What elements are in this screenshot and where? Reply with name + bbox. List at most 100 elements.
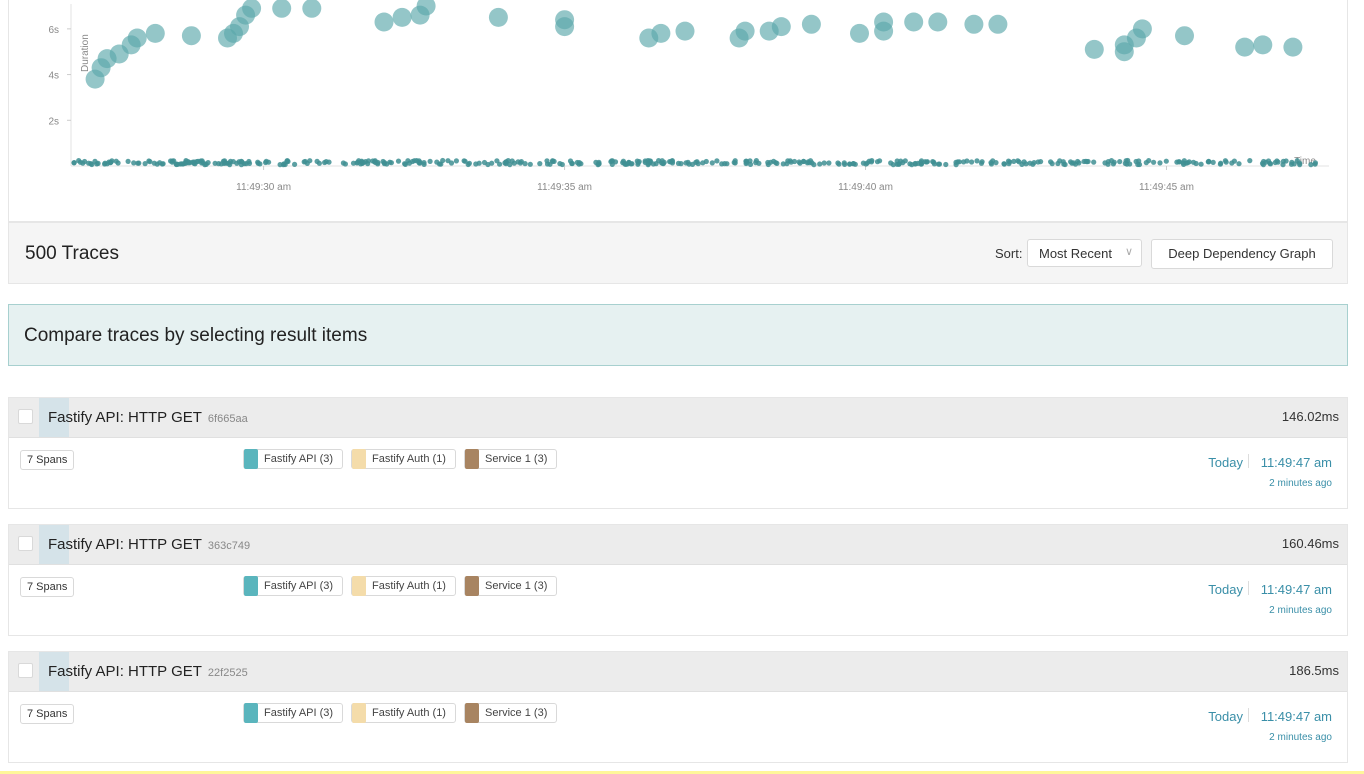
service-tag-fastify-api: Fastify API (3) — [243, 449, 343, 469]
trace-point — [555, 10, 575, 30]
service-tag-label: Fastify API (3) — [264, 580, 334, 592]
trace-point-small — [1016, 159, 1022, 165]
trace-point-small — [836, 161, 842, 167]
trace-point-small — [709, 160, 715, 166]
trace-point-small — [576, 160, 583, 166]
trace-point-small — [765, 159, 771, 166]
y-tick-label: 4s — [48, 71, 59, 82]
trace-point-small — [527, 161, 533, 167]
deep-dependency-graph-button[interactable]: Deep Dependency Graph — [1151, 239, 1333, 269]
service-tag-fastify-api: Fastify API (3) — [243, 703, 343, 723]
sort-select[interactable]: Most Recent ∨ — [1027, 239, 1142, 267]
trace-point-small — [609, 161, 615, 167]
trace-point-small — [1035, 159, 1041, 165]
trace-point-small — [1280, 162, 1286, 168]
trace-point-small — [647, 158, 653, 164]
trace-start-time: 11:49:47 am — [1260, 582, 1332, 597]
search-results-page: 2s 4s 6s 11:49:30 am 11:49:35 am 11:49:40 am 1… — [0, 0, 1364, 774]
trace-point-small — [157, 160, 163, 166]
trace-result-item[interactable]: Fastify API: HTTP GET 363c749 160.46ms 7 … — [8, 524, 1348, 636]
trace-point — [127, 28, 147, 48]
trace-point-small — [380, 158, 386, 165]
trace-point-small — [497, 161, 503, 167]
service-color-swatch — [465, 449, 479, 469]
trace-point-small — [212, 160, 218, 166]
service-tag-fastify-auth: Fastify Auth (1) — [351, 576, 456, 596]
service-tag-label: Service 1 (3) — [485, 707, 548, 719]
service-tag-label: Fastify API (3) — [264, 453, 334, 465]
trace-title[interactable]: Fastify API: HTTP GET 22f2525 — [48, 663, 248, 680]
trace-point-small — [961, 159, 967, 165]
trace-point-small — [732, 158, 738, 164]
trace-point-small — [714, 158, 720, 164]
trace-point-small — [1122, 160, 1128, 166]
service-color-swatch — [352, 576, 366, 596]
trace-point-small — [744, 159, 750, 165]
trace-point-small — [1111, 159, 1117, 165]
y-tick-label: 6s — [48, 25, 59, 36]
trace-result-item[interactable]: Fastify API: HTTP GET 6f665aa 146.02ms 7 … — [8, 397, 1348, 509]
trace-date: Today — [1208, 709, 1243, 724]
service-tag-label: Fastify API (3) — [264, 707, 334, 719]
service-color-swatch — [465, 703, 479, 723]
trace-relative-time: 2 minutes ago — [1269, 478, 1332, 489]
trace-point-small — [238, 158, 244, 164]
trace-point-small — [255, 159, 261, 165]
trace-point-small — [800, 158, 807, 164]
service-color-swatch — [244, 449, 258, 469]
trace-header[interactable]: Fastify API: HTTP GET 22f2525 186.5ms — [9, 652, 1347, 692]
trace-point — [874, 12, 894, 32]
trace-id: 6f665aa — [207, 413, 248, 425]
trace-title[interactable]: Fastify API: HTTP GET 363c749 — [48, 536, 250, 553]
trace-point-small — [805, 159, 811, 165]
trace-point-small — [1222, 158, 1228, 164]
trace-select-checkbox[interactable] — [18, 536, 33, 551]
trace-point-small — [302, 158, 308, 165]
trace-point-small — [360, 159, 367, 166]
trace-point-small — [922, 159, 928, 165]
trace-select-checkbox[interactable] — [18, 409, 33, 424]
trace-title[interactable]: Fastify API: HTTP GET 6f665aa — [48, 409, 248, 426]
trace-point-small — [1055, 160, 1061, 167]
divider — [1248, 708, 1249, 722]
trace-point-small — [292, 161, 298, 167]
trace-point-small — [653, 161, 659, 167]
trace-duration: 146.02ms — [1281, 409, 1339, 424]
chevron-down-icon: ∨ — [1124, 246, 1133, 258]
y-axis-label: Duration — [80, 34, 91, 72]
trace-point-small — [1091, 159, 1097, 165]
trace-point — [1235, 37, 1255, 57]
trace-point — [374, 12, 394, 32]
trace-point-small — [1274, 158, 1280, 164]
trace-select-checkbox[interactable] — [18, 663, 33, 678]
trace-point-small — [811, 162, 817, 168]
trace-point-small — [517, 160, 523, 166]
trace-point-small — [1312, 160, 1318, 166]
trace-point — [1132, 19, 1152, 39]
trace-point — [145, 23, 165, 43]
trace-point-small — [1210, 159, 1216, 165]
trace-point-small — [434, 159, 440, 165]
trace-point-small — [461, 158, 467, 164]
trace-point-small — [943, 161, 949, 168]
trace-point-small — [1117, 159, 1123, 165]
trace-point-small — [1236, 161, 1242, 167]
trace-point-small — [342, 161, 348, 167]
trace-point-small — [969, 159, 975, 165]
trace-point-small — [703, 158, 709, 165]
trace-point — [771, 17, 791, 37]
span-count-badge: 7 Spans — [20, 577, 75, 597]
trace-point-small — [595, 162, 601, 168]
trace-header[interactable]: Fastify API: HTTP GET 363c749 160.46ms — [9, 525, 1347, 565]
trace-point — [181, 26, 201, 46]
trace-point-small — [693, 159, 699, 165]
x-tick-label: 11:49:45 am — [1139, 182, 1194, 193]
trace-point-small — [481, 159, 488, 166]
trace-point — [651, 23, 671, 43]
trace-header[interactable]: Fastify API: HTTP GET 6f665aa 146.02ms — [9, 398, 1347, 438]
trace-id: 22f2525 — [207, 667, 248, 679]
trace-point-small — [1071, 160, 1077, 166]
trace-title-text: Fastify API: HTTP GET — [48, 663, 202, 680]
trace-result-item[interactable]: Fastify API: HTTP GET 22f2525 186.5ms 7 S… — [8, 651, 1348, 763]
trace-point-small — [1084, 159, 1090, 165]
